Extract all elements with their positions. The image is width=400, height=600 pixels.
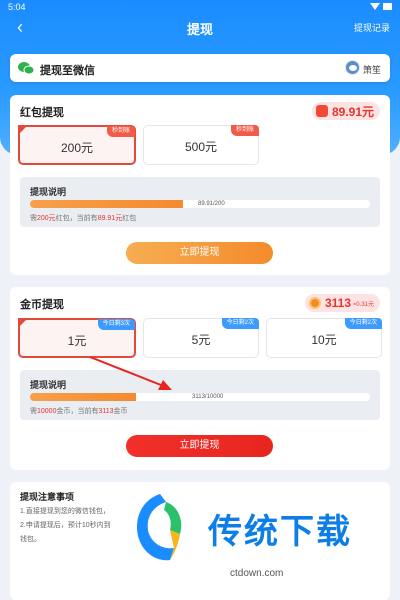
option-5[interactable]: 今日剩2次 5元 [143,318,259,358]
option-label: 5元 [191,333,211,347]
status-icons [370,2,394,11]
username: 箫笙 [362,65,381,75]
top-nav: ‹ 提现 提现记录 [0,12,400,42]
coin-card: 金币提现 3113 ≈0.31元 今日剩3次 1元 今日剩2次 5元 今日剩2次… [10,287,390,470]
option-1[interactable]: 今日剩3次 1元 [18,318,136,358]
option-label: 200元 [60,141,94,155]
coin-balance: 3113 [324,296,352,310]
option-tag: 秒到账 [230,125,259,136]
battery-icon [383,3,392,10]
info-title: 提现说明 [30,380,67,390]
coin-icon [308,297,321,309]
progress-fill [30,393,136,401]
option-500[interactable]: 秒到账 500元 [143,125,259,165]
option-tag: 今日剩3次 [97,319,135,330]
option-10[interactable]: 今日剩2次 10元 [266,318,382,358]
status-time: 5:04 [8,2,26,12]
coin-title: 金币提现 [20,299,64,311]
redpacket-title: 红包提现 [20,107,64,119]
coin-info-box: 提现说明 3113/10000 需10000金币，当前有3113金币 [20,370,380,420]
watermark-logo-icon [136,494,182,561]
progress-fill [30,200,183,208]
watermark-url: ctdown.com [230,568,284,579]
signal-icon [370,3,380,10]
option-200[interactable]: 秒到账 200元 [18,125,136,165]
redpacket-withdraw-button[interactable]: 立即提现 [126,242,273,264]
option-tag: 秒到账 [106,126,135,137]
option-label: 1元 [67,334,87,348]
option-label: 10元 [311,333,337,347]
notes-title: 提现注意事项 [20,492,75,502]
withdraw-record-link[interactable]: 提现记录 [354,21,390,34]
progress-text: 89.91/200 [198,201,225,207]
coin-note: 需10000金币，当前有3113金币 [30,408,128,415]
chevron-left-icon[interactable]: ‹ [10,17,30,37]
selected-check-icon [18,318,28,328]
progress-text: 3113/10000 [192,394,224,400]
wechat-label: 提现至微信 [40,65,95,77]
option-label: 500元 [184,140,218,154]
option-tag: 今日剩2次 [344,318,382,329]
page-title: 提现 [186,22,213,37]
watermark: 传统下载 ctdown.com [120,490,380,600]
coin-balance-sub: ≈0.31元 [353,301,374,308]
redpacket-note: 需200元红包，当前有89.91元红包 [30,215,137,222]
option-tag: 今日剩2次 [221,318,259,329]
redpacket-balance: 89.91元 [331,104,374,119]
wechat-icon [18,62,34,75]
avatar [345,60,360,75]
redpacket-balance-badge: 89.91元 [311,102,380,120]
wechat-account-bar[interactable]: 提现至微信 箫笙 [10,54,390,82]
info-title: 提现说明 [30,187,67,197]
redpacket-card: 红包提现 89.91元 秒到账 200元 秒到账 500元 提现说明 89.91… [10,95,390,275]
selected-check-icon [18,125,28,135]
redpacket-info-box: 提现说明 89.91/200 需200元红包，当前有89.91元红包 [20,177,380,227]
coin-balance-badge: 3113 ≈0.31元 [304,294,380,312]
watermark-text: 传统下载 [208,513,352,551]
redpacket-icon [315,105,328,117]
coin-withdraw-button[interactable]: 立即提现 [126,435,273,457]
